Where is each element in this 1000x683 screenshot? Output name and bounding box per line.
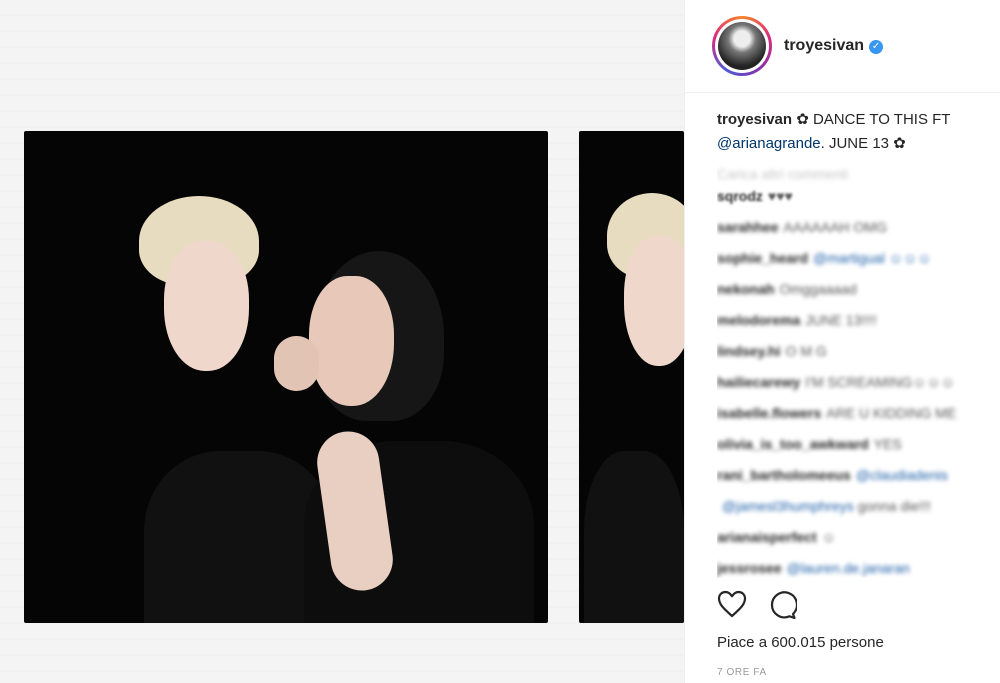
post-timestamp[interactable]: 7 ORE FA <box>717 667 767 678</box>
comment-username[interactable]: nekonah <box>717 281 775 297</box>
heart-icon <box>717 590 747 618</box>
photo-hand <box>274 336 319 391</box>
comment-row: lindsey.hi O M G <box>717 341 1000 372</box>
avatar-story-ring[interactable] <box>712 16 772 76</box>
comment-row: sqrodz ♥♥♥ <box>717 186 1000 217</box>
next-photo-face <box>624 236 684 366</box>
next-photo-figure <box>584 451 684 623</box>
post-side-panel: troyesivan ✓ troyesivan ✿ DANCE TO THIS F… <box>684 0 1000 683</box>
comment-username[interactable]: hailiecarewy <box>717 374 800 390</box>
comment-row: sarahhee AAAAAAH OMG <box>717 217 1000 248</box>
comment-username[interactable]: arianaisperfect <box>717 529 817 545</box>
post-header: troyesivan ✓ <box>685 0 1000 93</box>
comment-mention[interactable]: @lauren.de.janaran <box>787 560 910 576</box>
comments-list: troyesivan ✿ DANCE TO THIS FT @arianagra… <box>717 108 1000 578</box>
comment-username[interactable]: sarahhee <box>717 219 778 235</box>
comment-text: AAAAAAH OMG <box>783 219 887 235</box>
comment-text: ♥♥♥ <box>767 188 793 204</box>
comment-username[interactable]: lindsey.hi <box>717 343 781 359</box>
comment-row: arianaisperfect ☺ <box>717 527 1000 558</box>
comment-mention[interactable]: @jamesl3humphreys <box>722 498 854 514</box>
comment-username[interactable]: rani_bartholomeeus <box>717 467 851 483</box>
comment-text: O M G <box>785 343 827 359</box>
comment-row: isabelle.flowers ARE U KIDDING ME <box>717 403 1000 434</box>
action-bar <box>717 590 797 620</box>
comment-mention[interactable]: @martigual ☺☺☺ <box>813 250 932 266</box>
comment-username[interactable]: sophie_heard <box>717 250 808 266</box>
header-username[interactable]: troyesivan ✓ <box>784 37 884 55</box>
next-photo[interactable] <box>579 131 684 623</box>
comment-row: nekonah Omggaaaad <box>717 279 1000 310</box>
comment-row: melodorema JUNE 13!!!! <box>717 310 1000 341</box>
photo-face-left <box>164 241 249 371</box>
comment-text: gonna die!!! <box>853 498 931 514</box>
avatar <box>718 22 766 70</box>
comment-row: jessrosee @lauren.de.janaran <box>717 558 1000 578</box>
comment-text: ☺ <box>821 529 836 545</box>
media-area <box>0 0 684 683</box>
caption-text: ✿ DANCE TO THIS FT <box>792 111 951 128</box>
comment-username[interactable]: sqrodz <box>717 188 763 204</box>
caption-text-end: . JUNE 13 ✿ <box>820 135 906 152</box>
comment-bubble-icon <box>770 591 797 620</box>
comment-text: YES <box>873 436 902 452</box>
likes-count[interactable]: Piace a 600.015 persone <box>717 634 884 651</box>
load-more-comments[interactable]: Carica altri commenti <box>717 166 1000 186</box>
comment-text: ARE U KIDDING ME <box>826 405 957 421</box>
comment-row: hailiecarewy I'M SCREAMING☺☺☺ <box>717 372 1000 403</box>
comment-row: @jamesl3humphreys gonna die!!! <box>717 496 1000 527</box>
caption-username[interactable]: troyesivan <box>717 111 792 128</box>
photo-face-right <box>309 276 394 406</box>
comment-username[interactable]: jessrosee <box>717 560 782 576</box>
comment-text: Omggaaaad <box>779 281 857 297</box>
comment-button[interactable] <box>767 590 797 620</box>
caption-mention[interactable]: @arianagrande <box>717 135 821 152</box>
comment-text: I'M SCREAMING☺☺☺ <box>805 374 956 390</box>
like-button[interactable] <box>717 590 747 620</box>
comment-username[interactable]: isabelle.flowers <box>717 405 821 421</box>
comment-row: olivia_is_too_awkward YES <box>717 434 1000 465</box>
comment-mention[interactable]: @claudiadenis <box>856 467 948 483</box>
comment-row: rani_bartholomeeus @claudiadenis <box>717 465 1000 496</box>
comment-text: JUNE 13!!!! <box>805 312 877 328</box>
comment-username[interactable]: melodorema <box>717 312 800 328</box>
comment-username[interactable]: olivia_is_too_awkward <box>717 436 869 452</box>
comment-rows: sqrodz ♥♥♥ sarahhee AAAAAAH OMG sophie_heard… <box>717 186 1000 578</box>
verified-badge-icon: ✓ <box>869 40 884 54</box>
post-caption: troyesivan ✿ DANCE TO THIS FT @arianagra… <box>717 108 1000 156</box>
comment-row: sophie_heard @martigual ☺☺☺ <box>717 248 1000 279</box>
post-photo[interactable] <box>24 131 548 623</box>
